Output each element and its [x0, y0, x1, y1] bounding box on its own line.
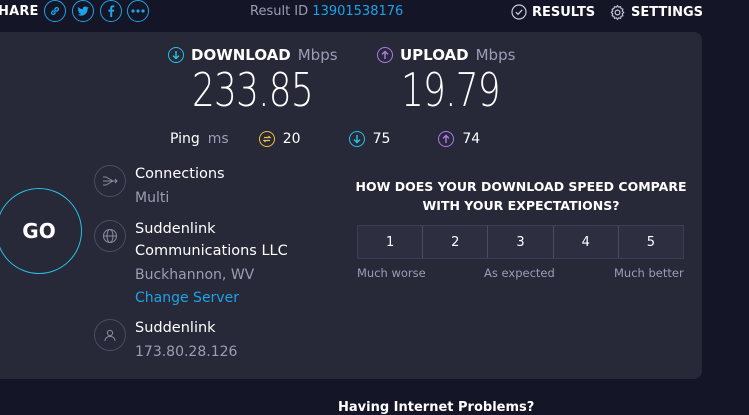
user-icon: [94, 319, 126, 351]
twitter-icon[interactable]: [72, 0, 94, 22]
connections-title: Connections: [135, 166, 225, 182]
results-label: RESULTS: [532, 4, 596, 20]
ping-upload: 74: [438, 131, 480, 147]
ping-label: Ping: [170, 131, 200, 147]
ping-download-value: 75: [372, 131, 391, 147]
link-share-icon[interactable]: [44, 0, 66, 22]
survey-question: HOW DOES YOUR DOWNLOAD SPEED COMPARE WIT…: [355, 177, 687, 215]
isp-name: Suddenlink: [135, 320, 216, 336]
rating-option-2[interactable]: 2: [423, 226, 489, 258]
result-id-link[interactable]: 13901538176: [312, 4, 403, 19]
result-id-label: Result ID: [250, 4, 309, 19]
survey-question-line2: WITH YOUR EXPECTATIONS?: [422, 198, 620, 213]
change-server-link[interactable]: Change Server: [135, 290, 239, 306]
result-id: Result ID 13901538176: [250, 4, 403, 19]
ping-idle: 20: [258, 131, 301, 147]
ping-upload-value: 74: [462, 131, 481, 147]
go-button[interactable]: GO: [0, 188, 82, 274]
checkmark-circle-icon: [511, 4, 527, 20]
share-label: HARE: [0, 4, 39, 19]
rating-option-1[interactable]: 1: [358, 226, 424, 258]
idle-latency-icon: [258, 131, 275, 147]
rating-option-3[interactable]: 3: [488, 226, 554, 258]
rating-low-label: Much worse: [357, 266, 426, 280]
survey-question-line1: HOW DOES YOUR DOWNLOAD SPEED COMPARE: [355, 179, 687, 194]
server-location: Buckhannon, WV: [135, 267, 255, 283]
rating-scale: 1 2 3 4 5: [357, 225, 684, 259]
settings-button[interactable]: SETTINGS: [609, 4, 703, 21]
upload-latency-icon: [438, 131, 455, 147]
globe-icon: [94, 220, 126, 252]
more-options-icon[interactable]: [127, 0, 149, 22]
rating-high-label: Much better: [614, 266, 684, 280]
top-bar: HARE Result ID 13901538176 RESULTS SETTI…: [0, 0, 749, 24]
ping-download: 75: [348, 131, 391, 147]
server-name-line1: Suddenlink: [135, 221, 216, 237]
upload-speed-value: 19.79: [401, 63, 501, 117]
download-speed-value: 233.85: [192, 63, 314, 117]
connections-value: Multi: [135, 190, 170, 206]
results-button[interactable]: RESULTS: [511, 4, 595, 20]
rating-mid-label: As expected: [484, 266, 555, 280]
rating-option-4[interactable]: 4: [553, 226, 619, 258]
server-name-line2: Communications LLC: [135, 243, 288, 259]
download-latency-icon: [348, 131, 365, 147]
settings-label: SETTINGS: [631, 5, 704, 20]
isp-ip-address: 173.80.28.126: [135, 344, 238, 360]
gear-icon: [610, 4, 625, 21]
connections-icon: [94, 165, 126, 197]
rating-option-5[interactable]: 5: [618, 226, 684, 258]
download-arrow-icon: [168, 47, 184, 63]
upload-arrow-icon: [377, 47, 393, 63]
ping-unit: ms: [207, 131, 229, 147]
facebook-icon[interactable]: [100, 0, 122, 22]
ping-idle-value: 20: [282, 131, 301, 147]
ping-row: Ping ms 20 75 74: [170, 131, 528, 147]
go-label: GO: [22, 219, 56, 243]
